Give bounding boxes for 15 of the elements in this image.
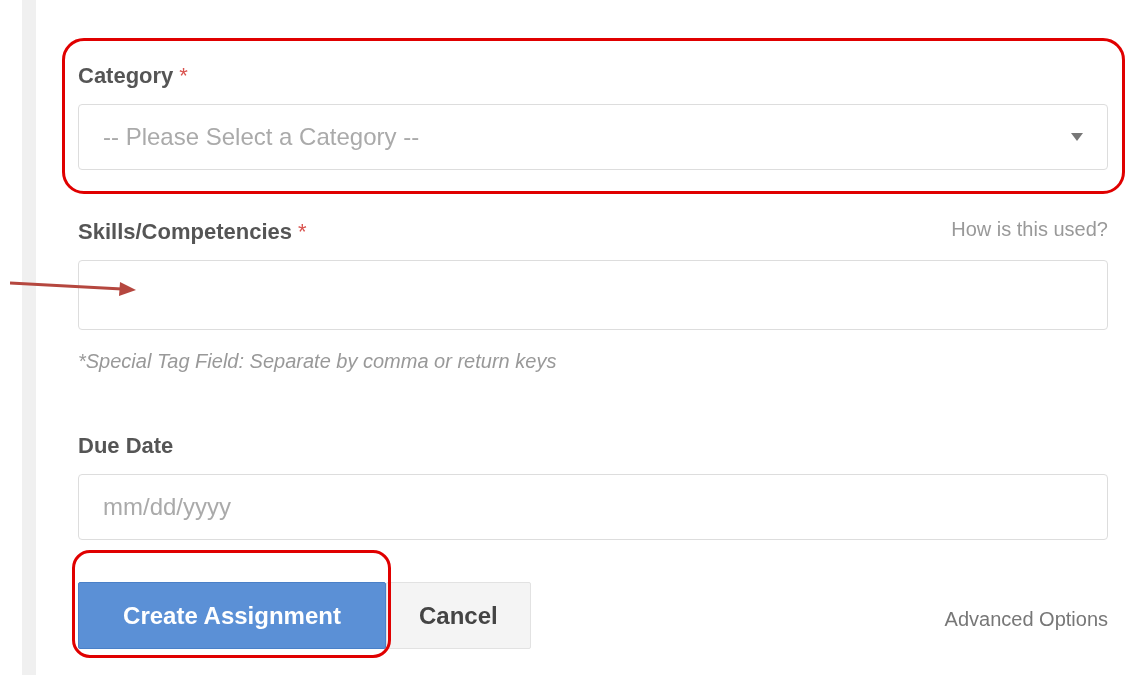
field-label: Category (78, 62, 174, 90)
category-select[interactable]: -- Please Select a Category -- (78, 104, 1108, 170)
caret-icon (1071, 133, 1083, 141)
create-button[interactable]: Create Assignment (78, 582, 386, 649)
required-mark: * (179, 62, 188, 90)
advanced-options-link[interactable]: Advanced Options (944, 603, 1108, 634)
tag-input-field[interactable] (78, 260, 1108, 330)
field-label: Skills/Competencies (78, 218, 292, 246)
cancel-button[interactable]: Cancel (386, 582, 531, 649)
required-mark: * (298, 218, 307, 246)
arrow-icon (10, 280, 136, 296)
field-hint: *Special Tag Field: Separate by comma or return keys (78, 349, 558, 374)
help-link[interactable]: How is this used? (951, 214, 1108, 244)
date-input-field[interactable]: mm/dd/yyyy (78, 474, 1108, 540)
field-label: Due Date (78, 432, 174, 460)
